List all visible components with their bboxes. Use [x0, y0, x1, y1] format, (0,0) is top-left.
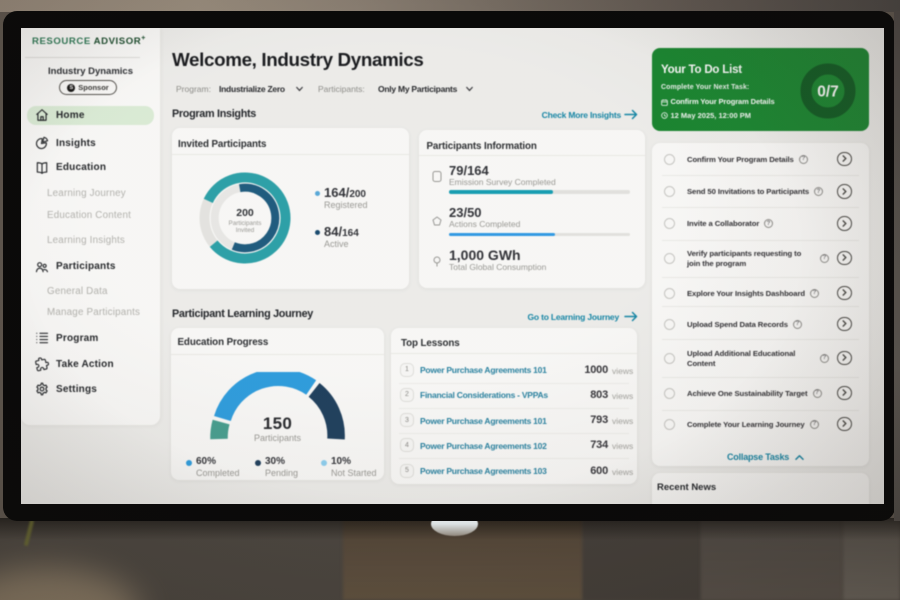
svg-text:200: 200 — [236, 207, 254, 219]
svg-text:0/7: 0/7 — [817, 84, 839, 101]
svg-text:Invited: Invited — [236, 227, 255, 234]
svg-text:Participants: Participants — [229, 220, 262, 227]
